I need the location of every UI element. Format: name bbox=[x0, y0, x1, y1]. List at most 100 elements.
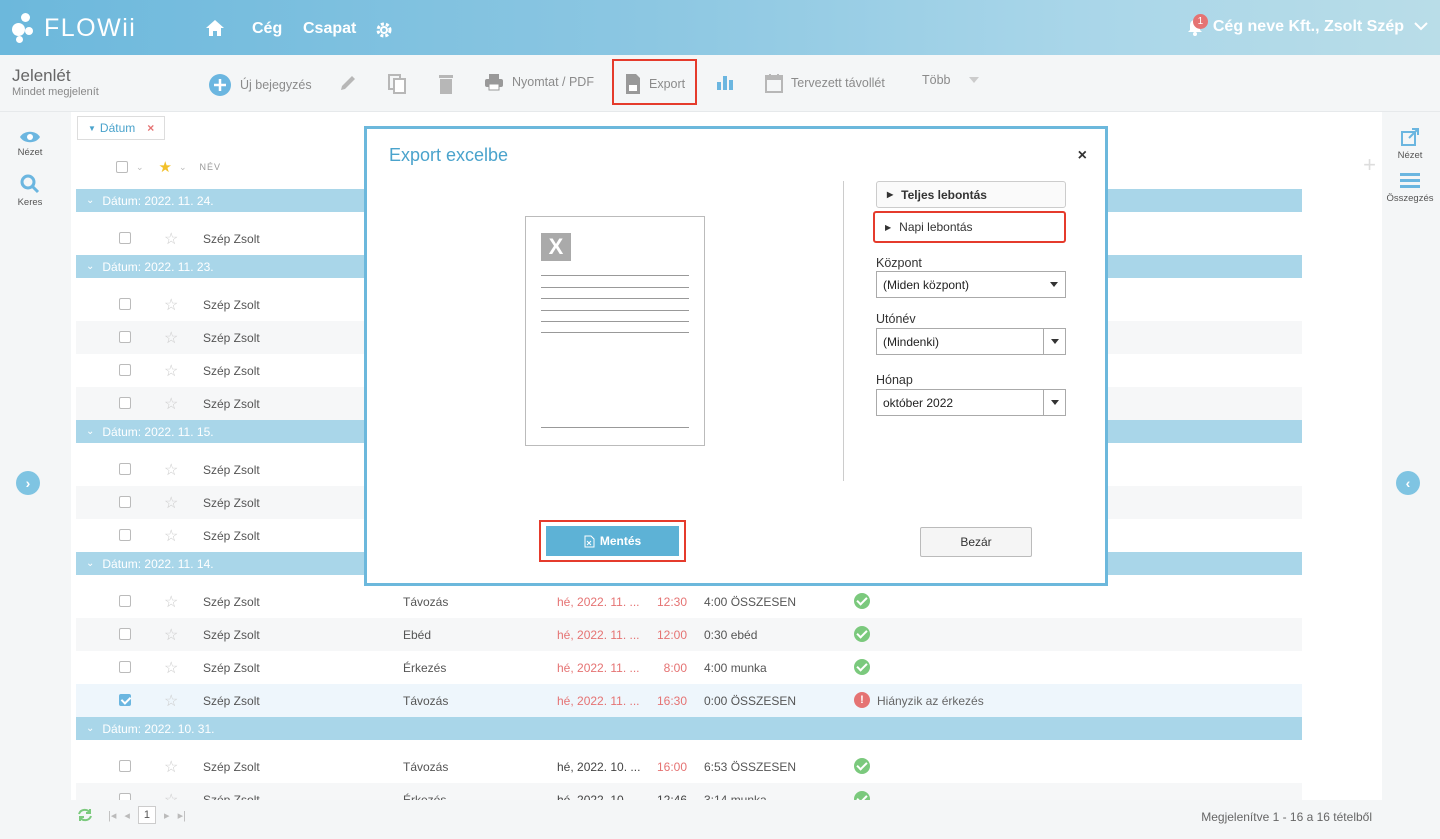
current-page[interactable]: 1 bbox=[137, 806, 157, 824]
copy-button[interactable] bbox=[387, 73, 415, 95]
edit-button[interactable] bbox=[338, 73, 366, 93]
center-select[interactable]: (Miden központ) bbox=[876, 271, 1066, 298]
chevron-right-icon[interactable]: › bbox=[16, 471, 40, 495]
bell-icon[interactable]: 1 bbox=[1187, 14, 1208, 36]
table-row[interactable]: ☆ Szép Zsolt Távozás hé, 2022. 11. ... 16:30… bbox=[76, 684, 1302, 717]
star-icon[interactable]: ☆ bbox=[164, 592, 178, 612]
right-view-label: Nézet bbox=[1397, 150, 1423, 161]
add-column-icon[interactable]: + bbox=[1363, 152, 1376, 178]
daily-breakdown-option[interactable]: ▶ Napi lebontás bbox=[873, 211, 1066, 243]
row-name: Szép Zsolt bbox=[203, 496, 260, 510]
star-icon[interactable]: ☆ bbox=[164, 625, 178, 645]
select-all-checkbox[interactable] bbox=[116, 161, 128, 173]
chevron-down-icon: ⌄ bbox=[86, 261, 95, 272]
more-menu-button[interactable]: Több bbox=[922, 73, 987, 87]
save-button[interactable]: Mentés bbox=[546, 526, 679, 556]
row-checkbox[interactable] bbox=[119, 760, 131, 772]
row-checkbox[interactable] bbox=[119, 496, 131, 508]
row-status-text: Hiányzik az érkezés bbox=[877, 694, 984, 708]
flowii-logo[interactable]: FLOWii bbox=[12, 12, 136, 44]
row-name: Szép Zsolt bbox=[203, 232, 260, 246]
chevron-down-icon[interactable]: ⌄ bbox=[136, 162, 145, 173]
star-icon[interactable]: ☆ bbox=[164, 361, 178, 381]
stats-button[interactable] bbox=[716, 73, 742, 91]
remove-filter-icon[interactable]: × bbox=[147, 121, 154, 135]
close-button[interactable]: Bezár bbox=[920, 527, 1032, 557]
row-checkbox[interactable] bbox=[119, 331, 131, 343]
star-icon[interactable]: ☆ bbox=[164, 328, 178, 348]
chevron-down-icon[interactable]: ⌄ bbox=[179, 162, 188, 173]
print-pdf-label: Nyomtat / PDF bbox=[512, 75, 594, 89]
right-summary-button[interactable]: Összegzés bbox=[1380, 172, 1440, 204]
star-icon[interactable]: ☆ bbox=[164, 229, 178, 249]
row-time: 12:30 bbox=[656, 595, 687, 609]
full-breakdown-option[interactable]: ▶ Teljes lebontás bbox=[876, 181, 1066, 208]
close-label: Bezár bbox=[960, 535, 992, 549]
star-icon[interactable]: ☆ bbox=[164, 658, 178, 678]
last-page-icon[interactable]: ▸| bbox=[178, 809, 186, 822]
row-checkbox[interactable] bbox=[119, 661, 131, 673]
date-group-header[interactable]: ⌄ Dátum: 2022. 10. 31. bbox=[76, 717, 1302, 740]
first-page-icon[interactable]: |◂ bbox=[108, 809, 116, 822]
star-icon[interactable]: ☆ bbox=[164, 295, 178, 315]
excel-logo-icon: X bbox=[541, 233, 571, 261]
row-name: Szép Zsolt bbox=[203, 331, 260, 345]
new-entry-button[interactable]: Új bejegyzés bbox=[208, 73, 312, 97]
prev-page-icon[interactable]: ◂ bbox=[124, 809, 130, 822]
pencil-icon bbox=[341, 76, 355, 90]
export-highlight bbox=[612, 59, 697, 105]
row-checkbox[interactable] bbox=[119, 298, 131, 310]
nav-company[interactable]: Cég bbox=[252, 20, 282, 38]
row-time: 16:00 bbox=[656, 760, 687, 774]
star-icon[interactable]: ☆ bbox=[164, 394, 178, 414]
row-name: Szép Zsolt bbox=[203, 397, 260, 411]
firstname-select[interactable]: (Mindenki) bbox=[876, 328, 1066, 355]
row-duration: 4:00 munka bbox=[704, 661, 767, 675]
row-checkbox[interactable] bbox=[119, 364, 131, 376]
row-checkbox[interactable] bbox=[119, 529, 131, 541]
row-checkbox[interactable] bbox=[119, 463, 131, 475]
star-icon[interactable]: ☆ bbox=[164, 526, 178, 546]
table-row[interactable]: ☆ Szép Zsolt Ebéd hé, 2022. 11. ... 12:00 0:3… bbox=[76, 618, 1302, 651]
left-view-button[interactable]: Nézet bbox=[0, 130, 60, 158]
check-circle-icon bbox=[854, 758, 870, 774]
star-icon[interactable]: ☆ bbox=[164, 691, 178, 711]
print-pdf-button[interactable]: Nyomtat / PDF bbox=[484, 73, 594, 91]
delete-button[interactable] bbox=[437, 73, 463, 95]
gear-icon[interactable] bbox=[375, 21, 393, 39]
month-select[interactable]: október 2022 bbox=[876, 389, 1066, 416]
row-name: Szép Zsolt bbox=[203, 595, 260, 609]
chevron-left-icon[interactable]: ‹ bbox=[1396, 471, 1420, 495]
close-icon[interactable]: × bbox=[1078, 147, 1087, 165]
filter-chip-date[interactable]: ▼ Dátum × bbox=[77, 116, 166, 140]
star-icon[interactable]: ★ bbox=[159, 158, 173, 176]
row-checkbox[interactable] bbox=[119, 628, 131, 640]
row-checkbox[interactable] bbox=[119, 595, 131, 607]
calendar-icon bbox=[765, 74, 783, 93]
column-name-header[interactable]: NÉV bbox=[200, 162, 222, 172]
left-search-label: Keres bbox=[17, 197, 43, 208]
star-icon[interactable]: ☆ bbox=[164, 460, 178, 480]
row-date: hé, 2022. 11. ... bbox=[557, 628, 640, 642]
nav-team[interactable]: Csapat bbox=[303, 20, 356, 38]
new-entry-label: Új bejegyzés bbox=[240, 78, 312, 92]
star-icon[interactable]: ☆ bbox=[164, 757, 178, 777]
table-row[interactable]: ☆ Szép Zsolt Távozás hé, 2022. 10. ... 16:00… bbox=[76, 750, 1302, 783]
table-row[interactable]: ☆ Szép Zsolt Távozás hé, 2022. 11. ... 12:30… bbox=[76, 585, 1302, 618]
refresh-icon[interactable] bbox=[77, 807, 93, 826]
left-search-button[interactable]: Keres bbox=[0, 174, 60, 208]
row-checkbox[interactable] bbox=[119, 232, 131, 244]
copy-icon bbox=[388, 74, 406, 94]
table-row[interactable]: ☆ Szép Zsolt Érkezés hé, 2022. 11. ... 8:00 4… bbox=[76, 651, 1302, 684]
right-view-button[interactable]: Nézet bbox=[1380, 127, 1440, 161]
star-icon[interactable]: ☆ bbox=[164, 493, 178, 513]
user-menu[interactable]: 1 Cég neve Kft., Zsolt Szép bbox=[1187, 14, 1428, 36]
next-page-icon[interactable]: ▸ bbox=[164, 809, 170, 822]
page-subtitle: Mindet megjelenít bbox=[12, 86, 99, 98]
row-checkbox[interactable] bbox=[119, 397, 131, 409]
planned-absence-button[interactable]: Tervezett távollét bbox=[765, 73, 885, 93]
home-icon[interactable] bbox=[205, 19, 225, 37]
planned-absence-label: Tervezett távollét bbox=[791, 76, 885, 90]
row-checkbox[interactable] bbox=[119, 694, 131, 706]
row-name: Szép Zsolt bbox=[203, 628, 260, 642]
